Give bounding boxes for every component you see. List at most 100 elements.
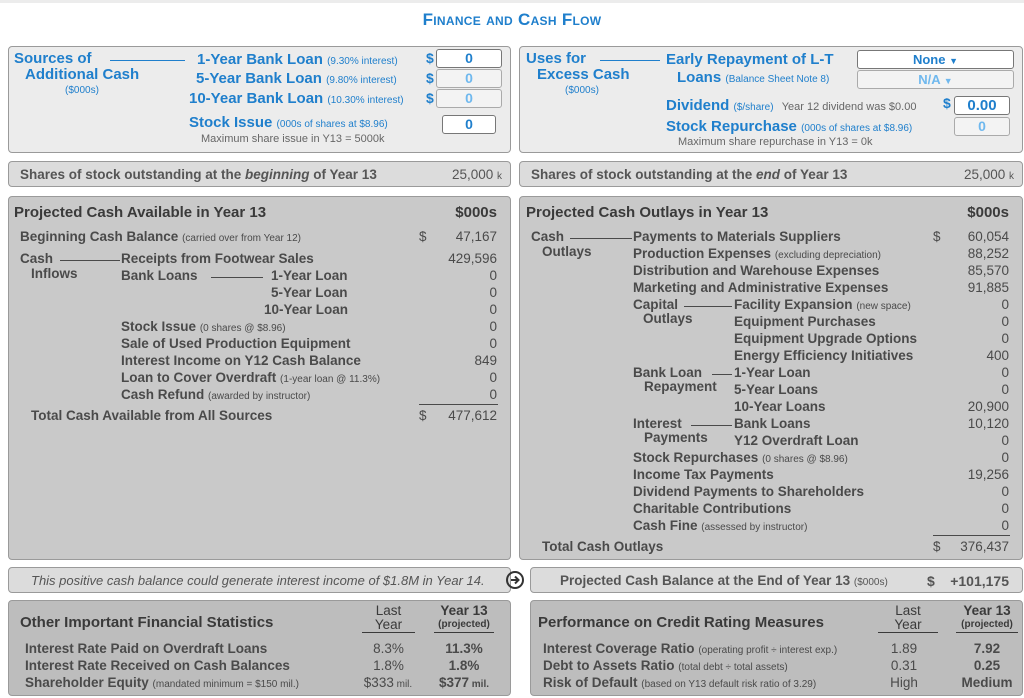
stock-issue-label: Stock Issue (000s of shares at $8.96): [189, 114, 388, 131]
stat-overdraft-label: Interest Rate Paid on Overdraft Loans: [25, 641, 268, 656]
credit-coverage-label: Interest Coverage Ratio (operating profi…: [543, 641, 838, 656]
repay-5yr-label: 5-Year Loans: [734, 382, 819, 397]
charitable-value: 0: [1001, 501, 1009, 516]
shares-begin-label: Shares of stock outstanding at the begin…: [20, 167, 377, 182]
stock-repurchase-label: Stock Repurchase (000s of shares at $8.9…: [666, 118, 913, 135]
facility-label: Facility Expansion (new space): [734, 297, 911, 312]
projected-balance-bar: Projected Cash Balance at the End of Yea…: [530, 567, 1023, 593]
repayment-label-2: Repayment: [644, 379, 717, 394]
cash-outlays-units: $000s: [967, 204, 1009, 221]
loan-10-input[interactable]: 0: [436, 89, 502, 108]
income-tax-value: 19,256: [967, 467, 1009, 482]
uses-panel: Uses for Excess Cash ($000s) Early Repay…: [519, 46, 1023, 153]
production-label: Production Expenses (excluding depreciat…: [633, 246, 881, 261]
credit-risk-label: Risk of Default (based on Y13 default ri…: [543, 675, 817, 690]
stock-repurchase-input[interactable]: 0: [954, 117, 1010, 136]
inflow-equipment-sale-value: 0: [489, 336, 497, 351]
uses-units: ($000s): [565, 85, 599, 96]
credit-rating-panel: Performance on Credit Rating Measures La…: [530, 600, 1023, 696]
credit-risk-last: High: [890, 675, 918, 690]
interest-overdraft-label: Y12 Overdraft Loan: [734, 433, 859, 448]
receipts-value: 429,596: [448, 251, 497, 266]
connector-line: [691, 425, 732, 426]
inflow-stock-issue-value: 0: [489, 319, 497, 334]
stock-issue-max: Maximum share issue in Y13 = 5000k: [201, 133, 385, 145]
cash-outlays-label-1: Cash: [531, 229, 565, 244]
total-available-value: 477,612: [448, 408, 497, 423]
inflow-cash-refund-label: Cash Refund (awarded by instructor): [121, 387, 311, 402]
top-border: [0, 0, 1024, 3]
inflow-loan-5-value: 0: [489, 285, 497, 300]
dividend-input[interactable]: 0.00: [954, 96, 1010, 115]
interest-payments-label-2: Payments: [644, 430, 708, 445]
bank-loans-label: Bank Loans: [121, 268, 198, 283]
credit-debt-assets-last: 0.31: [890, 658, 918, 673]
loan-5-label: 5-Year Bank Loan (9.80% interest): [196, 70, 397, 87]
col-year-13: Year 13 (projected): [956, 604, 1018, 633]
sources-units: ($000s): [65, 85, 99, 96]
capital-outlays-label-2: Outlays: [643, 311, 693, 326]
interest-overdraft-value: 0: [1001, 433, 1009, 448]
production-value: 88,252: [967, 246, 1009, 261]
loan-5-currency: $: [426, 70, 434, 86]
total-divider: [419, 404, 498, 405]
repay-10yr-value: 20,900: [967, 399, 1009, 414]
beginning-balance-currency: $: [419, 229, 427, 244]
caret-down-icon: ▼: [949, 56, 959, 66]
inflow-loan-10-value: 0: [489, 302, 497, 317]
loan-1-input[interactable]: 0: [436, 49, 502, 68]
circle-arrow-right-icon[interactable]: [505, 570, 525, 590]
cash-outlays-panel: Projected Cash Outlays in Year 13 $000s …: [519, 196, 1023, 560]
stat-cash-rate-label: Interest Rate Received on Cash Balances: [25, 658, 290, 673]
marketing-value: 91,885: [967, 280, 1009, 295]
inflow-equipment-sale-label: Sale of Used Production Equipment: [121, 336, 351, 351]
connector-line: [712, 374, 732, 375]
outlays-currency: $: [933, 229, 941, 244]
col-last-year: Last Year: [878, 604, 938, 633]
materials-value: 60,054: [967, 229, 1009, 244]
inflow-loan-10-label: 10-Year Loan: [264, 302, 349, 317]
charitable-label: Charitable Contributions: [633, 501, 792, 516]
inflow-loan-1-value: 0: [489, 268, 497, 283]
sources-panel: Sources of Additional Cash ($000s) 1-Yea…: [8, 46, 511, 153]
repay-10yr-label: 10-Year Loans: [734, 399, 826, 414]
early-repayment-loan-select[interactable]: N/A ▼: [857, 70, 1014, 89]
equipment-upgrade-label: Equipment Upgrade Options: [734, 331, 918, 346]
loan-10-label: 10-Year Bank Loan (10.30% interest): [189, 90, 404, 107]
loan-5-input[interactable]: 0: [436, 69, 502, 88]
projected-balance-label: Projected Cash Balance at the End of Yea…: [560, 573, 888, 588]
uses-heading-2: Excess Cash: [537, 66, 630, 83]
stat-overdraft-proj: 11.3%: [445, 641, 483, 656]
connector-line: [110, 60, 185, 61]
stock-issue-input[interactable]: 0: [442, 115, 496, 134]
sources-heading-1: Sources of: [14, 50, 92, 67]
distribution-value: 85,570: [967, 263, 1009, 278]
interest-bank-value: 10,120: [967, 416, 1009, 431]
uses-heading-1: Uses for: [526, 50, 587, 67]
dividend-payments-label: Dividend Payments to Shareholders: [633, 484, 865, 499]
marketing-label: Marketing and Administrative Expenses: [633, 280, 889, 295]
col-year-13: Year 13 (projected): [434, 604, 494, 633]
caret-down-icon: ▼: [943, 76, 953, 86]
stat-overdraft-last: 8.3%: [373, 641, 404, 656]
loan-1-currency: $: [426, 50, 434, 66]
capital-outlays-label-1: Capital: [633, 297, 679, 312]
materials-label: Payments to Materials Suppliers: [633, 229, 841, 244]
connector-line: [60, 260, 120, 261]
stat-equity-proj: $377 mil.: [438, 675, 490, 690]
cash-inflows-label-1: Cash: [20, 251, 54, 266]
cash-fine-label: Cash Fine (assessed by instructor): [633, 518, 808, 533]
early-repayment-select[interactable]: None ▼: [857, 50, 1014, 69]
shares-end-value: 25,000 k: [963, 167, 1014, 182]
stock-repurchase-max: Maximum share repurchase in Y13 = 0k: [678, 136, 873, 148]
stat-cash-rate-last: 1.8%: [373, 658, 404, 673]
interest-payments-label-1: Interest: [633, 416, 682, 431]
shares-begin-value: 25,000 k: [451, 167, 502, 182]
page-title: Finance and Cash Flow: [422, 10, 602, 29]
early-repayment-label-2: Loans (Balance Sheet Note 8): [677, 69, 830, 86]
financial-stats-title: Other Important Financial Statistics: [20, 614, 274, 631]
inflow-loan-5-label: 5-Year Loan: [271, 285, 348, 300]
credit-debt-assets-label: Debt to Assets Ratio (total debt ÷ total…: [543, 658, 788, 673]
total-outlays-value: 376,437: [960, 539, 1009, 554]
energy-label: Energy Efficiency Initiatives: [734, 348, 914, 363]
